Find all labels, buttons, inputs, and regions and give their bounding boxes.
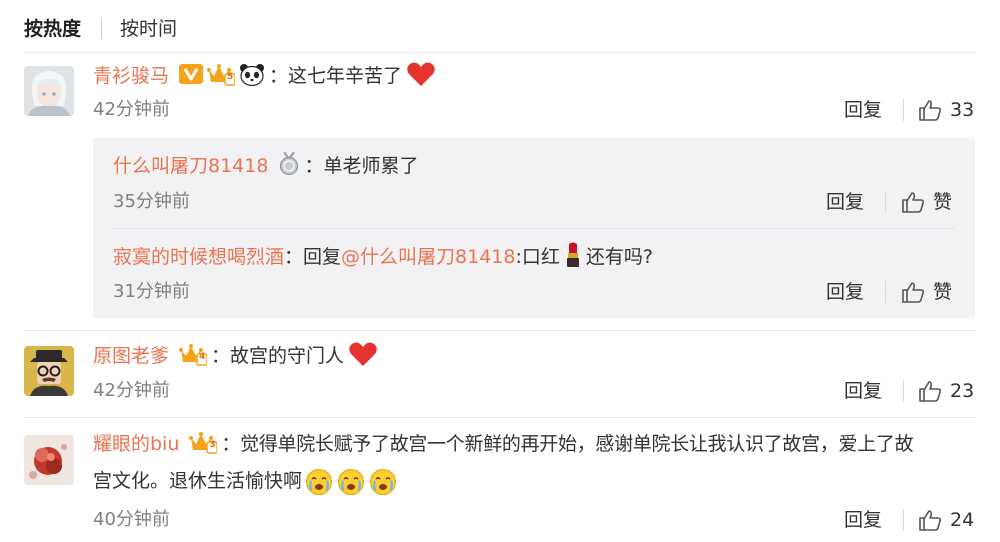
panda-emoji — [239, 62, 265, 90]
reply-button[interactable]: 回复 — [844, 98, 882, 122]
like-button[interactable]: 23 — [918, 379, 974, 403]
avatar[interactable] — [24, 435, 74, 485]
reply-time: 31分钟前 — [113, 281, 190, 302]
medal-badge[interactable] — [278, 151, 300, 180]
cartoon-avatar-image — [24, 346, 74, 396]
crown-level-badge[interactable]: 3 — [189, 430, 219, 458]
level-number: 3 — [209, 440, 216, 450]
like-count: 24 — [950, 509, 975, 531]
action-divider — [903, 380, 904, 402]
like-label: 赞 — [933, 281, 953, 303]
thumbs-up-icon — [919, 510, 942, 531]
thumbs-up-icon — [902, 282, 925, 303]
crown-level-badge[interactable]: 5 — [207, 62, 236, 90]
like-label: 赞 — [933, 191, 953, 213]
comment-time: 42分钟前 — [93, 99, 170, 120]
reply-time: 35分钟前 — [113, 191, 190, 212]
like-button[interactable]: 24 — [918, 508, 974, 532]
comment-time: 40分钟前 — [93, 509, 170, 530]
sort-bar-divider — [24, 52, 976, 53]
avatar[interactable] — [24, 346, 74, 396]
like-button[interactable]: 赞 — [901, 190, 952, 214]
thumbs-up-icon — [919, 100, 942, 121]
sort-divider — [101, 19, 102, 39]
reply-text-suffix: 还有吗? — [585, 246, 653, 268]
avatar[interactable] — [24, 66, 74, 116]
reply-username[interactable]: 什么叫屠刀81418 — [113, 153, 268, 179]
level-number: 4 — [199, 352, 206, 362]
lipstick-icon — [564, 242, 582, 272]
thumbs-up-icon — [919, 381, 942, 402]
like-count: 23 — [950, 380, 975, 402]
reply-button[interactable]: 回复 — [844, 379, 882, 403]
reply-button[interactable]: 回复 — [826, 190, 864, 214]
sort-by-hot-tab[interactable]: 按热度 — [24, 16, 81, 42]
comment-text-continued: 宫文化。退休生活愉快啊 — [93, 470, 303, 492]
anime-avatar-image — [24, 66, 74, 116]
reply-prefix: ：回复 — [284, 246, 342, 268]
like-count: 33 — [950, 99, 975, 121]
heart-icon — [406, 61, 436, 91]
comment-text: ：这七年辛苦了 — [269, 65, 403, 87]
sub-replies-box: 什么叫屠刀81418 ：单老师累了 35分钟前 回复 赞 寂寞的时候想喝烈酒 ：… — [93, 138, 975, 318]
flower-avatar-image — [24, 435, 74, 485]
action-divider — [903, 99, 904, 121]
action-divider — [885, 281, 886, 303]
comment-text: ：觉得单院长赋予了故宫一个新鲜的再开始，感谢单院长让我认识了故宫，爱上了故 — [221, 433, 914, 455]
reply-text: ：单老师累了 — [304, 155, 419, 177]
crown-level-badge[interactable]: 4 — [179, 342, 208, 370]
comment-username[interactable]: 青衫骏马 — [93, 63, 169, 89]
reply-divider — [113, 228, 955, 229]
crying-face-emoji — [304, 467, 398, 495]
sort-by-time-tab[interactable]: 按时间 — [120, 16, 177, 42]
mention-link[interactable]: @什么叫屠刀81418 — [341, 244, 515, 270]
level-number: 5 — [227, 72, 234, 82]
comment-divider — [24, 330, 976, 331]
like-button[interactable]: 赞 — [901, 280, 952, 304]
vip-v-badge[interactable] — [179, 63, 204, 89]
reply-text: :口红 — [515, 246, 560, 268]
comment-username[interactable]: 耀眼的biu — [93, 431, 179, 457]
comment-text: ：故宫的守门人 — [211, 345, 345, 367]
reply-button[interactable]: 回复 — [826, 280, 864, 304]
heart-icon — [348, 341, 378, 371]
action-divider — [885, 191, 886, 213]
action-divider — [903, 509, 904, 531]
reply-button[interactable]: 回复 — [844, 508, 882, 532]
like-button[interactable]: 33 — [918, 98, 974, 122]
comment-divider — [24, 417, 976, 418]
comment-username[interactable]: 原图老爹 — [93, 343, 169, 369]
thumbs-up-icon — [902, 192, 925, 213]
comment-time: 42分钟前 — [93, 380, 170, 401]
reply-username[interactable]: 寂寞的时候想喝烈酒 — [113, 244, 284, 270]
